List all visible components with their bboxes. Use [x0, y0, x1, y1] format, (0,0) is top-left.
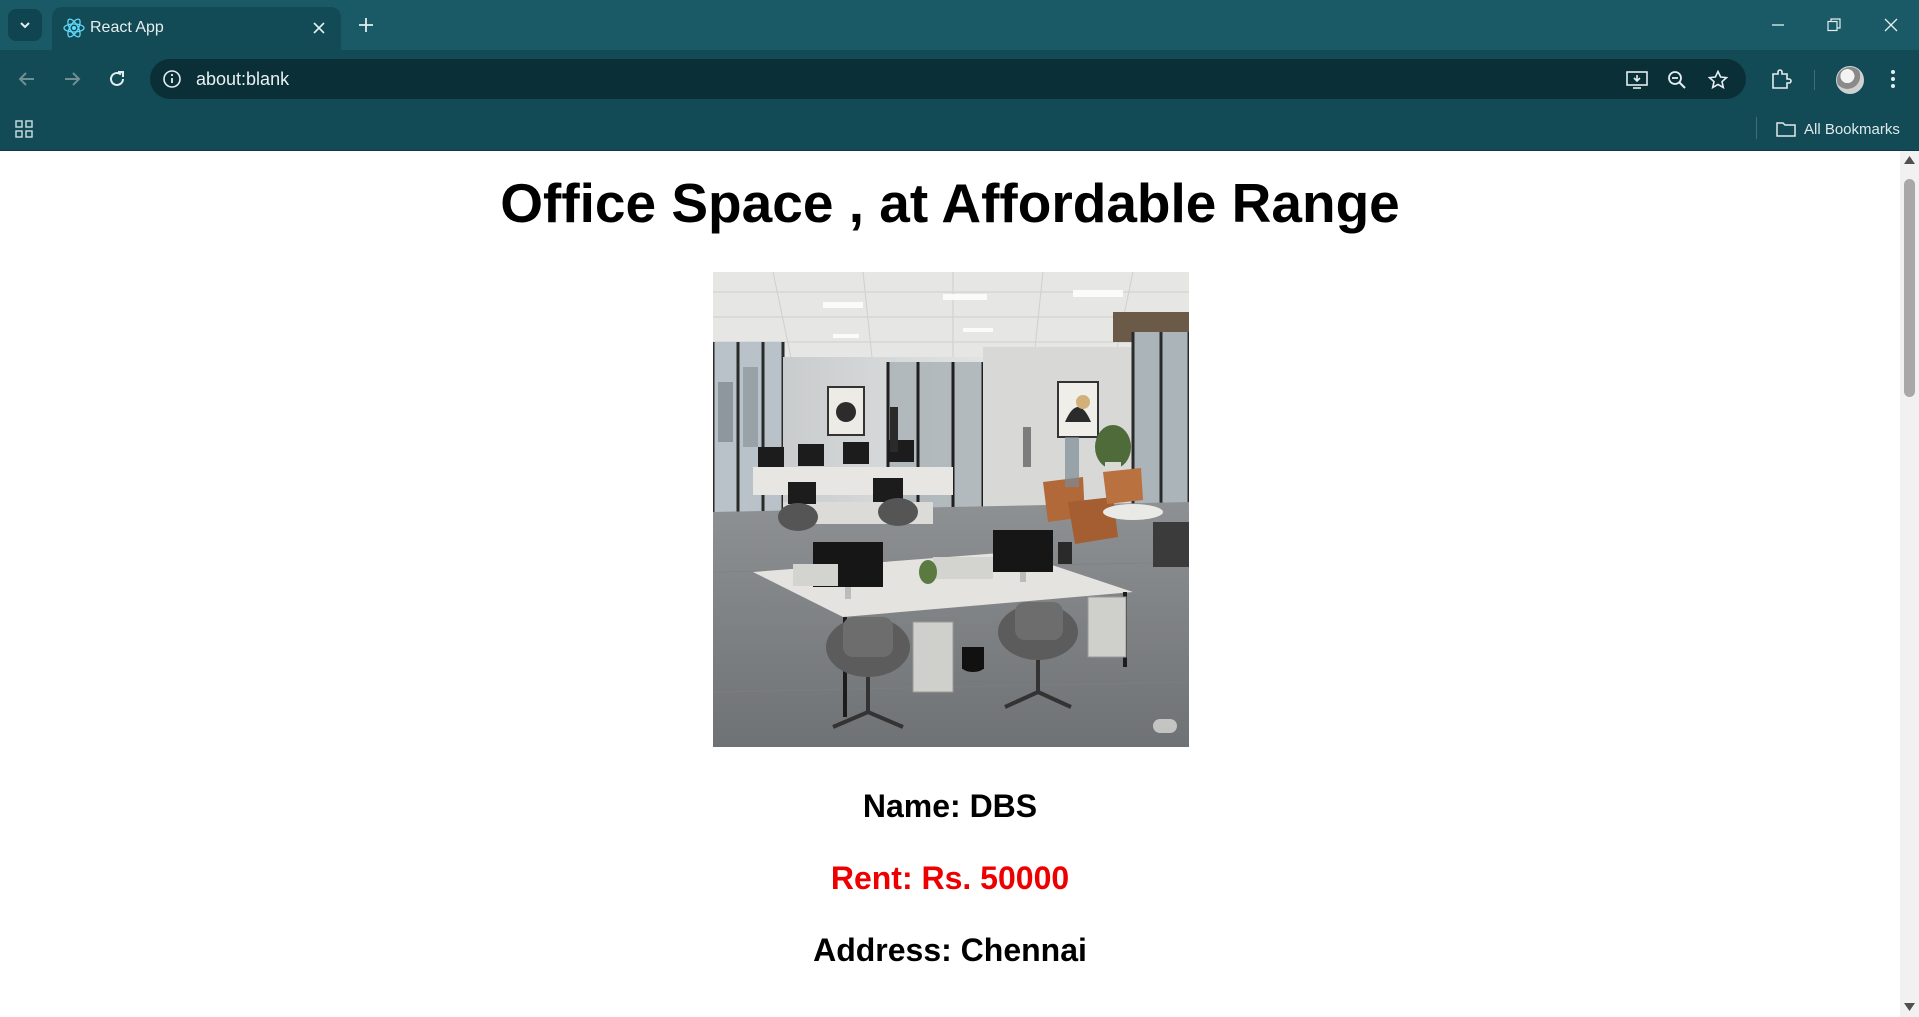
- tab-title: React App: [90, 19, 164, 36]
- scroll-up-arrow[interactable]: [1904, 155, 1915, 165]
- tab-search-icon: [20, 22, 30, 29]
- all-bookmarks-button[interactable]: All Bookmarks: [1776, 116, 1900, 142]
- forward-button[interactable]: [57, 64, 87, 94]
- browser-toolbar: about:blank: [0, 50, 1919, 108]
- window-close-button[interactable]: [1876, 10, 1906, 40]
- restore-icon: [1827, 18, 1841, 32]
- page-title: Office Space , at Affordable Range: [500, 172, 1400, 234]
- extensions-button[interactable]: [1766, 64, 1796, 94]
- apps-button[interactable]: [12, 117, 36, 141]
- office-name: Name: DBS: [862, 788, 1038, 824]
- office-image: [713, 272, 1189, 747]
- site-info-button[interactable]: [160, 67, 184, 91]
- office-rent: Rent: Rs. 50000: [830, 860, 1070, 896]
- toolbar-divider: [1814, 70, 1815, 90]
- forward-arrow-icon: [65, 72, 81, 86]
- apps-grid-icon: [15, 120, 33, 138]
- scroll-thumb[interactable]: [1904, 179, 1915, 397]
- install-app-icon: [1626, 71, 1648, 89]
- triangle-down-icon: [1904, 1003, 1915, 1011]
- close-icon: [313, 22, 325, 34]
- page-content: Office Space , at Affordable Range Name:…: [0, 151, 1900, 1017]
- url-text[interactable]: about:blank: [196, 69, 289, 90]
- address-bar[interactable]: about:blank: [150, 59, 1746, 99]
- plus-icon: [359, 18, 373, 32]
- more-vert-icon: [1891, 70, 1895, 88]
- bookmarks-bar: All Bookmarks: [0, 108, 1919, 151]
- profile-avatar[interactable]: [1836, 66, 1864, 94]
- triangle-up-icon: [1904, 156, 1915, 164]
- bookmarks-divider: [1756, 117, 1757, 139]
- install-app-button[interactable]: [1624, 67, 1650, 93]
- close-icon: [1884, 18, 1898, 32]
- scroll-down-arrow[interactable]: [1904, 1002, 1915, 1012]
- folder-icon: [1776, 122, 1796, 137]
- info-icon: [163, 70, 181, 88]
- restore-button[interactable]: [1819, 10, 1849, 40]
- all-bookmarks-label: All Bookmarks: [1804, 120, 1900, 138]
- office-address: Address: Chennai: [813, 932, 1087, 968]
- back-button[interactable]: [12, 64, 42, 94]
- new-tab-button[interactable]: [354, 13, 378, 37]
- reload-button[interactable]: [102, 64, 132, 94]
- tab-strip: React App: [0, 0, 1919, 50]
- tab-close-button[interactable]: [309, 18, 329, 38]
- zoom-button[interactable]: [1664, 67, 1690, 93]
- bookmark-star-button[interactable]: [1705, 67, 1731, 93]
- extensions-icon: [1772, 69, 1792, 89]
- react-logo-icon: [63, 18, 85, 38]
- minimize-button[interactable]: [1763, 10, 1793, 40]
- tab-react-app[interactable]: React App: [52, 7, 341, 50]
- page-scrollbar[interactable]: [1900, 151, 1919, 1017]
- reload-icon: [110, 71, 124, 86]
- browser-menu-button[interactable]: [1878, 64, 1908, 94]
- tab-search-button[interactable]: [8, 9, 42, 41]
- back-arrow-icon: [18, 72, 34, 86]
- zoom-out-icon: [1668, 71, 1686, 89]
- minimize-icon: [1772, 24, 1784, 26]
- office-photo-illustration: [713, 272, 1189, 747]
- star-icon: [1708, 70, 1728, 90]
